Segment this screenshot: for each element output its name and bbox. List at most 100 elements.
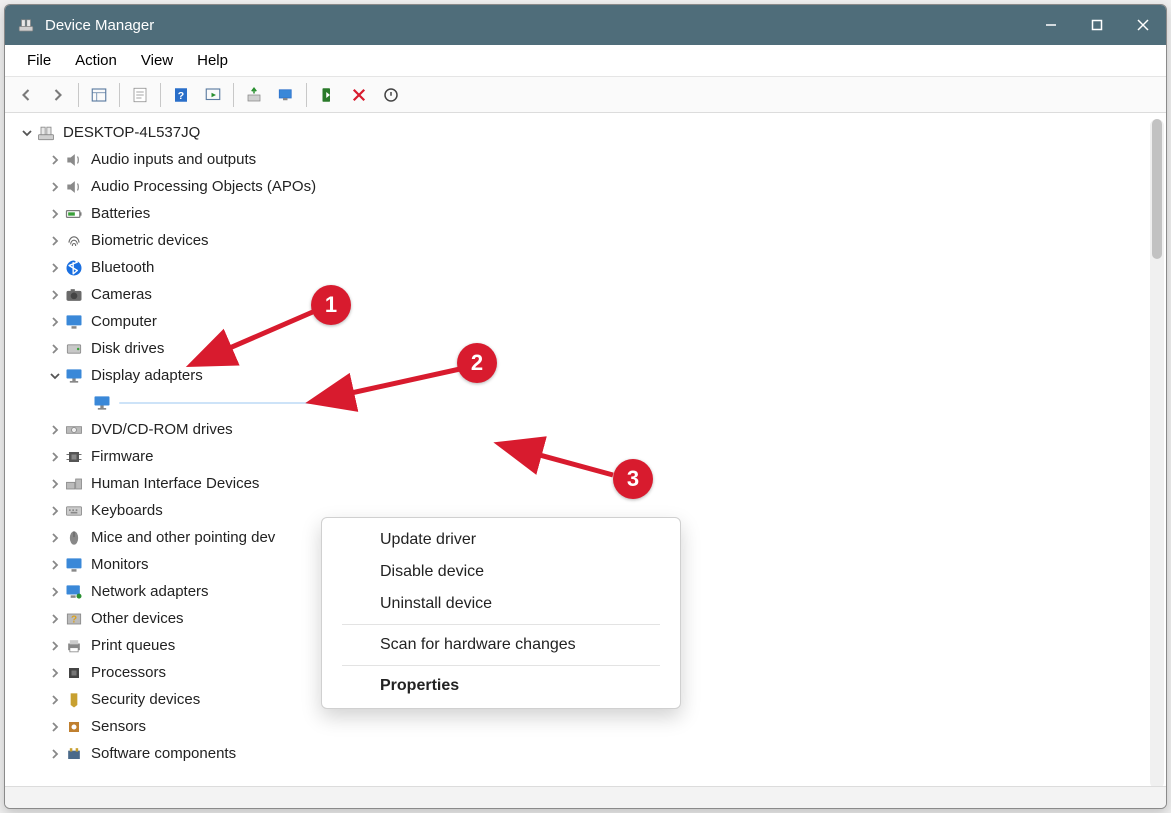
chevron-right-icon[interactable] [47, 503, 63, 519]
tree-category-label: Processors [91, 664, 166, 681]
tree-category[interactable]: Disk drives [19, 335, 1166, 362]
tree-category-label: Security devices [91, 691, 200, 708]
tree-category-label: Mice and other pointing dev [91, 529, 275, 546]
tree-category-label: Disk drives [91, 340, 164, 357]
show-hide-tree-button[interactable] [84, 80, 114, 110]
help-button[interactable]: ? [166, 80, 196, 110]
menu-properties[interactable]: Properties [322, 670, 680, 702]
tree-category[interactable]: Software components [19, 740, 1166, 767]
speaker-icon [63, 149, 85, 171]
tree-device-selected[interactable] [19, 389, 1166, 416]
content-area: DESKTOP-4L537JQ Audio inputs and outputs A… [5, 113, 1166, 786]
monitor-stand-icon [63, 365, 85, 387]
tree-category-label: Display adapters [91, 367, 203, 384]
uninstall-device-button[interactable] [344, 80, 374, 110]
tree-category-label: Cameras [91, 286, 152, 303]
menu-scan-hardware[interactable]: Scan for hardware changes [322, 629, 680, 661]
close-button[interactable] [1120, 5, 1166, 45]
hid-icon [63, 473, 85, 495]
chevron-right-icon[interactable] [47, 638, 63, 654]
chevron-right-icon[interactable] [47, 746, 63, 762]
chevron-right-icon[interactable] [47, 179, 63, 195]
chevron-down-icon[interactable] [47, 368, 63, 384]
properties-button[interactable] [125, 80, 155, 110]
tree-category[interactable]: Sensors [19, 713, 1166, 740]
titlebar[interactable]: Device Manager [5, 5, 1166, 45]
menu-uninstall-device[interactable]: Uninstall device [322, 588, 680, 620]
chevron-right-icon[interactable] [47, 422, 63, 438]
disk-icon [63, 338, 85, 360]
scrollbar-vertical[interactable] [1150, 119, 1164, 786]
tree-category[interactable]: Biometric devices [19, 227, 1166, 254]
menu-action[interactable]: Action [63, 48, 129, 73]
context-menu: Update driver Disable device Uninstall d… [321, 517, 681, 709]
tree-root[interactable]: DESKTOP-4L537JQ [19, 119, 1166, 146]
chevron-right-icon[interactable] [47, 692, 63, 708]
keyboard-icon [63, 500, 85, 522]
monitor-stand-icon [91, 392, 113, 414]
annotation-badge-3: 3 [613, 459, 653, 499]
tree-category[interactable]: Audio inputs and outputs [19, 146, 1166, 173]
back-button[interactable] [11, 80, 41, 110]
tree-category[interactable]: Audio Processing Objects (APOs) [19, 173, 1166, 200]
tree-category-label: Monitors [91, 556, 149, 573]
tree-category[interactable]: Cameras [19, 281, 1166, 308]
tree-category[interactable]: DVD/CD-ROM drives [19, 416, 1166, 443]
tree-category-label: Network adapters [91, 583, 209, 600]
menu-disable-device[interactable]: Disable device [322, 556, 680, 588]
shield-icon [63, 689, 85, 711]
tree-category-label: Print queues [91, 637, 175, 654]
chevron-right-icon[interactable] [47, 233, 63, 249]
minimize-button[interactable] [1028, 5, 1074, 45]
chevron-right-icon[interactable] [47, 557, 63, 573]
chevron-right-icon[interactable] [47, 206, 63, 222]
tree-category-label: Bluetooth [91, 259, 154, 276]
chevron-right-icon[interactable] [47, 449, 63, 465]
menu-file[interactable]: File [15, 48, 63, 73]
chevron-right-icon[interactable] [47, 719, 63, 735]
tree-device-label [119, 402, 319, 404]
tree-category-label: Human Interface Devices [91, 475, 259, 492]
action-button[interactable] [198, 80, 228, 110]
tree-category[interactable]: Human Interface Devices [19, 470, 1166, 497]
tree-category-label: Sensors [91, 718, 146, 735]
maximize-button[interactable] [1074, 5, 1120, 45]
tree-category[interactable]: Display adapters [19, 362, 1166, 389]
chevron-right-icon[interactable] [47, 584, 63, 600]
chevron-right-icon[interactable] [47, 152, 63, 168]
tree-category-label: Keyboards [91, 502, 163, 519]
mouse-icon [63, 527, 85, 549]
tree-category[interactable]: Computer [19, 308, 1166, 335]
tree-category[interactable]: Bluetooth [19, 254, 1166, 281]
fingerprint-icon [63, 230, 85, 252]
menu-view[interactable]: View [129, 48, 185, 73]
svg-text:?: ? [71, 614, 77, 625]
camera-icon [63, 284, 85, 306]
svg-text:?: ? [178, 89, 184, 101]
tree-category[interactable]: Batteries [19, 200, 1166, 227]
chevron-right-icon[interactable] [47, 611, 63, 627]
chevron-right-icon[interactable] [47, 476, 63, 492]
tree-category[interactable]: Firmware [19, 443, 1166, 470]
chevron-right-icon[interactable] [47, 341, 63, 357]
statusbar [5, 786, 1166, 808]
chevron-right-icon[interactable] [47, 260, 63, 276]
tree-category-label: Software components [91, 745, 236, 762]
chevron-down-icon[interactable] [19, 125, 35, 141]
forward-button[interactable] [43, 80, 73, 110]
cpu-icon [63, 662, 85, 684]
enable-device-button[interactable] [312, 80, 342, 110]
chevron-right-icon[interactable] [47, 665, 63, 681]
menu-update-driver[interactable]: Update driver [322, 524, 680, 556]
menu-help[interactable]: Help [185, 48, 240, 73]
scan-hardware-button[interactable] [271, 80, 301, 110]
chevron-right-icon[interactable] [47, 314, 63, 330]
tree-category-label: Audio inputs and outputs [91, 151, 256, 168]
chevron-right-icon[interactable] [47, 530, 63, 546]
chevron-right-icon[interactable] [47, 287, 63, 303]
disable-device-button[interactable] [376, 80, 406, 110]
update-driver-button[interactable] [239, 80, 269, 110]
window-title: Device Manager [45, 17, 154, 34]
printer-icon [63, 635, 85, 657]
scrollbar-thumb[interactable] [1152, 119, 1162, 259]
